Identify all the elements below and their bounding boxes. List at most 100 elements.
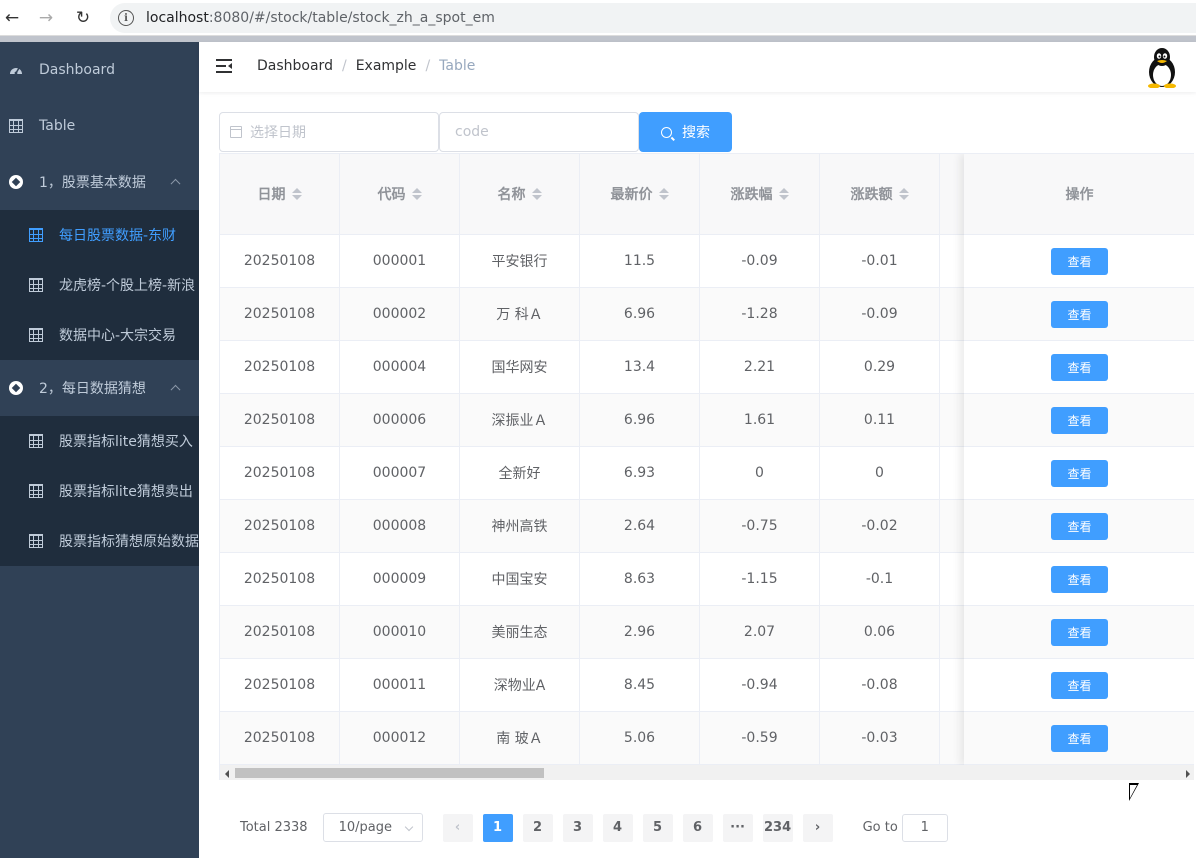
table-cell: 6.96 [580, 288, 700, 340]
browser-toolbar: ← → ↻ i localhost:8080/#/stock/table/sto… [0, 0, 1196, 36]
action-cells: 查看 查看 查看 查看 查看 查看 查看 查看 查看 查看 [964, 235, 1194, 765]
table-cell: 20250108 [220, 712, 340, 764]
chevron-down-icon [404, 822, 413, 832]
scroll-left-icon[interactable] [225, 770, 229, 778]
page-button[interactable]: 2 [522, 813, 553, 842]
table-cell: 0 [820, 447, 940, 499]
table-cell: 20250108 [220, 606, 340, 658]
page-ellipsis[interactable]: ··· [722, 813, 753, 842]
hamburger-icon[interactable] [216, 59, 232, 73]
back-arrow-icon[interactable]: ← [0, 6, 24, 30]
table-cell: 0.29 [820, 341, 940, 393]
action-cell: 查看 [964, 712, 1194, 765]
info-icon[interactable]: i [118, 10, 134, 26]
sort-caret-icon[interactable] [778, 187, 789, 201]
breadcrumb-example[interactable]: Example [356, 58, 417, 74]
sidebar-group-daily-guess[interactable]: 2，每日数据猜想 [0, 360, 199, 416]
page-button[interactable]: 234 [762, 813, 793, 842]
view-button[interactable]: 查看 [1051, 618, 1108, 646]
sidebar-group-stock-basic[interactable]: 1，股票基本数据 [0, 154, 199, 210]
table-cell: -0.01 [820, 235, 940, 287]
table-cell: 20250108 [220, 500, 340, 552]
code-input[interactable] [439, 112, 639, 152]
sort-caret-icon[interactable] [411, 187, 422, 201]
stock-table: 日期 代码 名称 最新价 涨跌幅 涨跌额 20250108 000001 平安银行 1… [219, 153, 1194, 780]
table-cell: 深物业A [460, 659, 580, 711]
table-icon [29, 434, 43, 448]
page-list: 1 2 3 4 5 6 ··· 234 [482, 813, 803, 842]
column-header-change-amt[interactable]: 涨跌额 [820, 154, 940, 234]
sort-caret-icon[interactable] [658, 187, 669, 201]
avatar[interactable] [1144, 46, 1184, 89]
search-button[interactable]: 搜索 [639, 112, 732, 152]
table-cell: -0.59 [700, 712, 820, 764]
table-cell: 6.93 [580, 447, 700, 499]
table-cell: 000008 [340, 500, 460, 552]
view-button[interactable]: 查看 [1051, 406, 1108, 434]
table-icon [29, 484, 43, 498]
view-button[interactable]: 查看 [1051, 247, 1108, 275]
sidebar-item-guess-raw[interactable]: 股票指标猜想原始数据 [0, 516, 199, 566]
address-bar[interactable]: i localhost:8080/#/stock/table/stock_zh_… [110, 3, 1196, 33]
column-header-action: 操作 [964, 154, 1194, 235]
page-size-select[interactable]: 10/page [322, 813, 423, 842]
breadcrumb-table: Table [439, 58, 476, 74]
sidebar-item-label: 数据中心-大宗交易 [59, 328, 177, 344]
view-button[interactable]: 查看 [1051, 671, 1108, 699]
table-cell: 神州高铁 [460, 500, 580, 552]
sidebar-item-guess-buy[interactable]: 股票指标lite猜想买入 [0, 416, 199, 466]
date-picker[interactable]: 选择日期 [219, 112, 439, 152]
table-cell: -0.1 [820, 553, 940, 605]
column-header-name[interactable]: 名称 [460, 154, 580, 234]
goto-input[interactable]: 1 [901, 813, 948, 842]
column-header-price[interactable]: 最新价 [580, 154, 700, 234]
reload-icon[interactable]: ↻ [71, 6, 95, 30]
breadcrumb-dashboard[interactable]: Dashboard [257, 58, 333, 74]
url-host: localhost [146, 10, 209, 26]
table-cell: 000012 [340, 712, 460, 764]
view-button[interactable]: 查看 [1051, 300, 1108, 328]
column-header-date[interactable]: 日期 [220, 154, 340, 234]
sort-caret-icon[interactable] [531, 187, 542, 201]
column-header-label: 名称 [497, 187, 526, 203]
view-button[interactable]: 查看 [1051, 459, 1108, 487]
page-button[interactable]: 1 [482, 813, 513, 842]
sidebar-item-guess-sell[interactable]: 股票指标lite猜想卖出 [0, 466, 199, 516]
horizontal-scrollbar[interactable] [220, 765, 1194, 780]
scroll-right-icon[interactable] [1186, 770, 1190, 778]
sidebar-item-dashboard[interactable]: Dashboard [0, 42, 199, 98]
sort-caret-icon[interactable] [898, 187, 909, 201]
view-button[interactable]: 查看 [1051, 512, 1108, 540]
table-cell: 2.21 [700, 341, 820, 393]
view-button[interactable]: 查看 [1051, 724, 1108, 752]
table-cell: 000002 [340, 288, 460, 340]
view-button[interactable]: 查看 [1051, 565, 1108, 593]
sidebar-item-dragon-tiger[interactable]: 龙虎榜-个股上榜-新浪 [0, 260, 199, 310]
table-cell: 000009 [340, 553, 460, 605]
next-page-button[interactable]: › [802, 813, 833, 842]
table-icon [9, 119, 23, 133]
page-button[interactable]: 3 [562, 813, 593, 842]
sort-caret-icon[interactable] [291, 187, 302, 201]
page-button[interactable]: 5 [642, 813, 673, 842]
forward-arrow-icon[interactable]: → [34, 6, 58, 30]
chevron-up-icon [170, 384, 181, 395]
action-cell: 查看 [964, 500, 1194, 553]
action-cell: 查看 [964, 553, 1194, 606]
chevron-up-icon [170, 178, 181, 189]
page-button[interactable]: 6 [682, 813, 713, 842]
total-count: Total 2338 [240, 820, 308, 835]
sidebar-item-daily-stock[interactable]: 每日股票数据-东财 [0, 210, 199, 260]
action-cell: 查看 [964, 659, 1194, 712]
prev-page-button[interactable]: ‹ [442, 813, 473, 842]
table-cell: 1.61 [700, 394, 820, 446]
sidebar-item-table[interactable]: Table [0, 98, 199, 154]
scrollbar-thumb[interactable] [235, 768, 544, 778]
table-cell: 20250108 [220, 288, 340, 340]
action-cell: 查看 [964, 447, 1194, 500]
column-header-change-pct[interactable]: 涨跌幅 [700, 154, 820, 234]
view-button[interactable]: 查看 [1051, 353, 1108, 381]
page-button[interactable]: 4 [602, 813, 633, 842]
sidebar-item-block-trade[interactable]: 数据中心-大宗交易 [0, 310, 199, 360]
column-header-code[interactable]: 代码 [340, 154, 460, 234]
